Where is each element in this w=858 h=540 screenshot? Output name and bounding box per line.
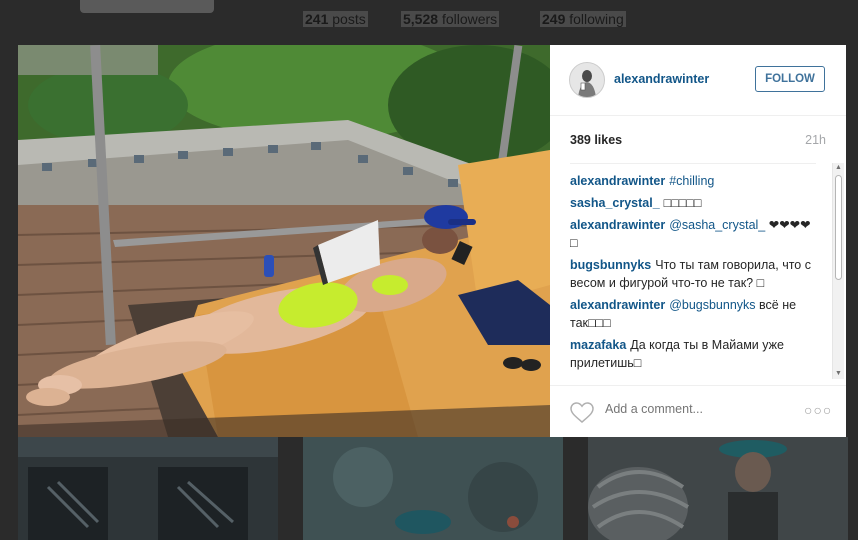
following-count: 249	[542, 11, 566, 27]
profile-stats: 241 posts 5,528 followers 249 following	[0, 11, 858, 29]
post-username-link[interactable]: alexandrawinter	[614, 72, 709, 86]
post-details-panel: alexandrawinter FOLLOW 389 likes 21h ale…	[550, 45, 846, 437]
likes-count[interactable]: 389 likes	[570, 133, 622, 147]
heart-outline-icon[interactable]	[570, 402, 594, 424]
comment-item: bugsbunnyks Что ты там говорила, что с ве…	[570, 256, 816, 292]
follow-button[interactable]: FOLLOW	[755, 66, 825, 92]
following-stat[interactable]: 249 following	[540, 11, 626, 27]
post-photo[interactable]	[18, 45, 550, 437]
triangle-down-icon[interactable]: ▼	[833, 369, 844, 379]
posts-label: posts	[332, 11, 366, 27]
comment-item: alexandrawinter @sasha_crystal_ ❤❤❤❤□	[570, 216, 816, 252]
user-avatar[interactable]	[569, 62, 605, 98]
post-modal: alexandrawinter FOLLOW 389 likes 21h ale…	[18, 45, 846, 437]
comment-item: sasha_crystal_ □□□□□	[570, 194, 816, 212]
scrollbar-thumb[interactable]	[835, 175, 842, 280]
comment-author-link[interactable]: bugsbunnyks	[570, 258, 651, 272]
comment-author-link[interactable]: sasha_crystal_	[570, 196, 660, 210]
mention-link[interactable]: @sasha_crystal_	[669, 218, 765, 232]
comment-author-link[interactable]: mazafaka	[570, 338, 626, 352]
comment-author-link[interactable]: alexandrawinter	[570, 174, 665, 188]
add-comment-input[interactable]	[605, 402, 785, 416]
comment-text: □□□□□	[663, 196, 702, 210]
grid-post-thumbnail[interactable]	[18, 437, 278, 540]
grid-post-thumbnail[interactable]	[303, 437, 563, 540]
triangle-up-icon[interactable]: ▲	[833, 163, 844, 173]
posts-stat: 241 posts	[303, 11, 368, 27]
post-header: alexandrawinter FOLLOW	[550, 45, 846, 116]
comment-item: alexandrawinter #chilling	[570, 172, 816, 190]
grid-post-thumbnail[interactable]	[588, 437, 848, 540]
ellipsis-icon[interactable]: ○○○	[804, 402, 832, 418]
posts-count: 241	[305, 11, 329, 27]
post-timestamp[interactable]: 21h	[805, 133, 826, 147]
mention-link[interactable]: #chilling	[669, 174, 714, 188]
followers-count: 5,528	[403, 11, 439, 27]
comments-scrollbar[interactable]: ▲ ▼	[832, 163, 844, 379]
comments-list: alexandrawinter #chilling sasha_crystal_ □…	[570, 163, 816, 380]
followers-label: followers	[441, 11, 498, 27]
comment-text[interactable]: #chilling	[669, 174, 714, 188]
comment-item: mazafaka Да когда ты в Майами уже прилети…	[570, 336, 816, 372]
comment-author-link[interactable]: alexandrawinter	[570, 218, 665, 232]
comment-author-link[interactable]: alexandrawinter	[570, 298, 665, 312]
following-label: following	[569, 11, 624, 27]
comment-bar: ○○○	[550, 385, 846, 438]
mention-link[interactable]: @bugsbunnyks	[669, 298, 755, 312]
comment-item: alexandrawinter @bugsbunnyks всё не так□□…	[570, 296, 816, 332]
followers-stat[interactable]: 5,528 followers	[401, 11, 500, 27]
